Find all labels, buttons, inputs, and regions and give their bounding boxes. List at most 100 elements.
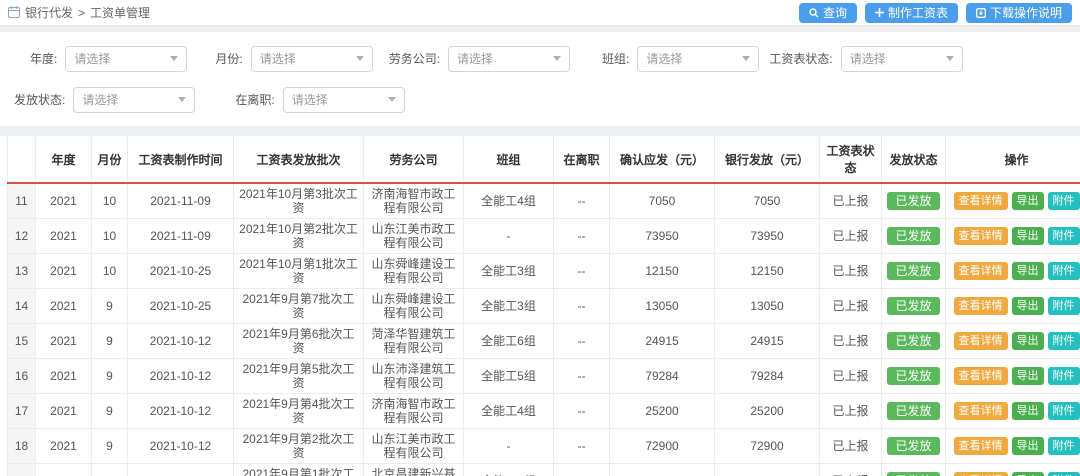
cell-index: 16 <box>8 359 36 394</box>
view-detail-button[interactable]: 查看详情 <box>954 402 1008 420</box>
cell-confirmed: 79284 <box>610 359 715 394</box>
attachment-button[interactable]: 附件 <box>1048 402 1080 420</box>
cell-created: 2021-10-25 <box>128 289 234 324</box>
filter-group: 在离职:请选择 <box>235 87 404 113</box>
cell-created: 2021-10-12 <box>128 359 234 394</box>
filter-select-发放状态[interactable]: 请选择 <box>73 87 195 113</box>
cell-batch: 2021年10月第2批次工资 <box>234 219 364 254</box>
cell-sheet_status: 已上报 <box>820 254 882 289</box>
search-button[interactable]: 查询 <box>799 3 857 23</box>
cell-actions: 查看详情导出附件 <box>946 359 1080 394</box>
filter-select-在离职[interactable]: 请选择 <box>283 87 405 113</box>
breadcrumb-separator: > <box>78 6 85 20</box>
cell-confirmed: 73950 <box>610 219 715 254</box>
cell-bank: 25200 <box>715 394 820 429</box>
cell-index: 12 <box>8 219 36 254</box>
filter-select-班组[interactable]: 请选择 <box>637 46 759 72</box>
cell-bank: 12150 <box>715 254 820 289</box>
cell-year: 2021 <box>36 254 92 289</box>
attachment-button[interactable]: 附件 <box>1048 472 1080 476</box>
cell-month: 9 <box>92 394 128 429</box>
column-header-年度: 年度 <box>36 136 92 183</box>
column-header-index <box>8 136 36 183</box>
view-detail-button[interactable]: 查看详情 <box>954 297 1008 315</box>
filter-label: 班组: <box>602 50 637 67</box>
view-detail-button[interactable]: 查看详情 <box>954 262 1008 280</box>
cell-month: 9 <box>92 464 128 476</box>
filter-group: 发放状态:请选择 <box>14 87 195 113</box>
view-detail-button[interactable]: 查看详情 <box>954 227 1008 245</box>
export-button[interactable]: 导出 <box>1012 402 1044 420</box>
cell-actions: 查看详情导出附件 <box>946 394 1080 429</box>
view-detail-button[interactable]: 查看详情 <box>954 472 1008 476</box>
pay-status-badge: 已发放 <box>887 437 939 455</box>
cell-team: 全能工5组 <box>464 359 554 394</box>
create-payroll-button[interactable]: 制作工资表 <box>865 3 958 23</box>
filter-label: 在离职: <box>235 91 282 108</box>
attachment-button[interactable]: 附件 <box>1048 297 1080 315</box>
column-header-发放状态: 发放状态 <box>882 136 946 183</box>
cell-company: 济南海智市政工程有限公司 <box>364 183 464 219</box>
cell-sheet_status: 已上报 <box>820 324 882 359</box>
cell-created: 2021-10-12 <box>128 394 234 429</box>
export-button[interactable]: 导出 <box>1012 227 1044 245</box>
cell-team: 全能工4组 <box>464 394 554 429</box>
cell-batch: 2021年9月第5批次工资 <box>234 359 364 394</box>
export-button[interactable]: 导出 <box>1012 262 1044 280</box>
export-button[interactable]: 导出 <box>1012 192 1044 210</box>
pay-status-badge: 已发放 <box>887 472 939 476</box>
cell-bank: 1500 <box>715 464 820 476</box>
cell-batch: 2021年10月第3批次工资 <box>234 183 364 219</box>
plus-icon <box>875 8 884 17</box>
filter-label: 劳务公司: <box>389 50 448 67</box>
export-button[interactable]: 导出 <box>1012 472 1044 476</box>
export-button[interactable]: 导出 <box>1012 437 1044 455</box>
calendar-icon <box>8 7 20 18</box>
attachment-button[interactable]: 附件 <box>1048 227 1080 245</box>
cell-team: 全能工3组 <box>464 254 554 289</box>
attachment-button[interactable]: 附件 <box>1048 437 1080 455</box>
cell-year: 2021 <box>36 183 92 219</box>
cell-year: 2021 <box>36 429 92 464</box>
view-detail-button[interactable]: 查看详情 <box>954 332 1008 350</box>
filter-select-劳务公司[interactable]: 请选择 <box>448 46 570 72</box>
column-header-银行发放（元）: 银行发放（元） <box>715 136 820 183</box>
attachment-button[interactable]: 附件 <box>1048 192 1080 210</box>
cell-company: 菏泽华智建筑工程有限公司 <box>364 324 464 359</box>
attachment-button[interactable]: 附件 <box>1048 332 1080 350</box>
attachment-button[interactable]: 附件 <box>1048 262 1080 280</box>
cell-pay-status: 已发放 <box>882 324 946 359</box>
cell-pay-status: 已发放 <box>882 219 946 254</box>
cell-sheet_status: 已上报 <box>820 183 882 219</box>
cell-year: 2021 <box>36 464 92 476</box>
cell-confirmed: 72900 <box>610 429 715 464</box>
cell-pay-status: 已发放 <box>882 464 946 476</box>
export-button[interactable]: 导出 <box>1012 332 1044 350</box>
cell-year: 2021 <box>36 219 92 254</box>
cell-team: 全能工4组 <box>464 183 554 219</box>
table-row: 18202192021-10-122021年9月第2批次工资山东江美市政工程有限… <box>8 429 1080 464</box>
cell-index: 18 <box>8 429 36 464</box>
filter-select-工资表状态[interactable]: 请选择 <box>841 46 963 72</box>
export-button[interactable]: 导出 <box>1012 367 1044 385</box>
table-row: 122021102021-11-092021年10月第2批次工资山东江美市政工程… <box>8 219 1080 254</box>
filter-select-月份[interactable]: 请选择 <box>251 46 373 72</box>
view-detail-button[interactable]: 查看详情 <box>954 192 1008 210</box>
view-detail-button[interactable]: 查看详情 <box>954 437 1008 455</box>
view-detail-button[interactable]: 查看详情 <box>954 367 1008 385</box>
filter-select-value: 请选择 <box>850 50 886 67</box>
filter-select-年度[interactable]: 请选择 <box>65 46 187 72</box>
cell-company: 北京昌建新兴基础工程有限公司 <box>364 464 464 476</box>
filter-group: 班组:请选择 <box>602 46 759 72</box>
pay-status-badge: 已发放 <box>887 402 939 420</box>
column-header-月份: 月份 <box>92 136 128 183</box>
cell-confirmed: 13050 <box>610 289 715 324</box>
cell-created: 2021-11-09 <box>128 219 234 254</box>
download-manual-button-label: 下载操作说明 <box>990 4 1062 21</box>
export-button[interactable]: 导出 <box>1012 297 1044 315</box>
breadcrumb-section: 银行代发 <box>25 4 73 21</box>
cell-confirmed: 7050 <box>610 183 715 219</box>
payroll-table-panel: 年度月份工资表制作时间工资表发放批次劳务公司班组在离职确认应发（元）银行发放（元… <box>0 136 1080 476</box>
attachment-button[interactable]: 附件 <box>1048 367 1080 385</box>
download-manual-button[interactable]: 下载操作说明 <box>966 3 1072 23</box>
